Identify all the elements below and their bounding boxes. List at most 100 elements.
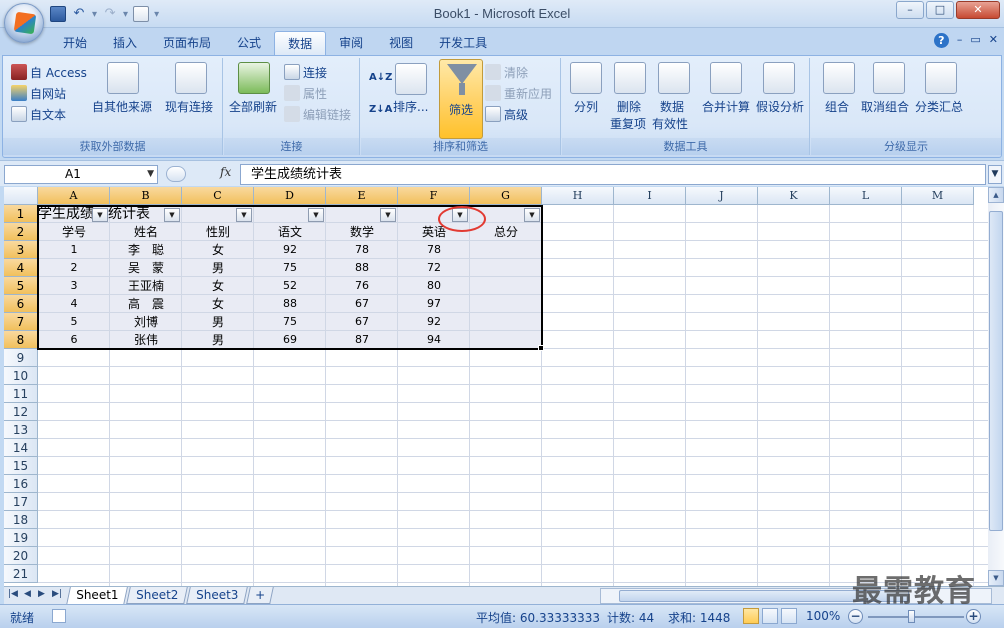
expand-formula-icon[interactable]: ▼: [988, 165, 1002, 184]
filter-dropdown-icon-d[interactable]: ▼: [308, 208, 324, 222]
data-validation-button-2[interactable]: 有效性: [652, 117, 688, 131]
filter-dropdown-icon-b[interactable]: ▼: [164, 208, 180, 222]
normal-view-icon[interactable]: [743, 608, 759, 624]
row-header-2[interactable]: 2: [4, 223, 38, 241]
row-header-18[interactable]: 18: [4, 511, 38, 529]
data-cell[interactable]: 男: [182, 313, 254, 331]
subtotal-button[interactable]: 分类汇总: [915, 100, 963, 114]
data-cell[interactable]: 75: [254, 313, 326, 331]
data-cell[interactable]: 女: [182, 241, 254, 259]
tab-review[interactable]: 审阅: [326, 31, 376, 55]
header-cell-math[interactable]: 数学: [326, 223, 398, 241]
next-sheet-icon[interactable]: ▶: [38, 589, 45, 599]
data-cell[interactable]: 78: [398, 241, 470, 259]
row-header-13[interactable]: 13: [4, 421, 38, 439]
data-cell[interactable]: 6: [38, 331, 110, 349]
filter-dropdown-icon-a[interactable]: ▼: [92, 208, 108, 222]
tab-page-layout[interactable]: 页面布局: [150, 31, 224, 55]
data-cell[interactable]: 4: [38, 295, 110, 313]
row-header-8[interactable]: 8: [4, 331, 38, 349]
row-header-4[interactable]: 4: [4, 259, 38, 277]
data-cell[interactable]: 88: [254, 295, 326, 313]
filter-button[interactable]: 筛选: [439, 59, 483, 139]
data-cell[interactable]: 男: [182, 331, 254, 349]
existing-connections-button[interactable]: 现有连接: [165, 100, 213, 114]
last-sheet-icon[interactable]: ▶|: [52, 589, 62, 599]
row-header-5[interactable]: 5: [4, 277, 38, 295]
data-cell[interactable]: 92: [398, 313, 470, 331]
row-header-17[interactable]: 17: [4, 493, 38, 511]
data-validation-button-1[interactable]: 数据: [660, 100, 684, 114]
column-header-b[interactable]: B: [110, 187, 182, 205]
data-cell[interactable]: [470, 313, 542, 331]
data-cell[interactable]: [470, 241, 542, 259]
row-header-15[interactable]: 15: [4, 457, 38, 475]
data-cell[interactable]: 87: [326, 331, 398, 349]
sheet-tab-3[interactable]: Sheet3: [186, 587, 248, 604]
row-header-21[interactable]: 21: [4, 565, 38, 583]
data-cell[interactable]: [470, 295, 542, 313]
sort-button[interactable]: 排序...: [393, 100, 428, 114]
help-icon[interactable]: ?: [933, 33, 949, 48]
data-cell[interactable]: 75: [254, 259, 326, 277]
fill-handle[interactable]: [538, 345, 544, 351]
remove-duplicates-button-1[interactable]: 删除: [617, 100, 641, 114]
data-cell[interactable]: [470, 259, 542, 277]
column-header-a[interactable]: A: [38, 187, 110, 205]
vertical-scrollbar[interactable]: ▲ ▼: [988, 187, 1004, 586]
filter-dropdown-icon-e[interactable]: ▼: [380, 208, 396, 222]
header-cell-student-id[interactable]: 学号: [38, 223, 110, 241]
first-sheet-icon[interactable]: |◀: [8, 589, 18, 599]
maximize-button[interactable]: □: [926, 1, 954, 19]
column-header-j[interactable]: J: [686, 187, 758, 205]
column-header-m[interactable]: M: [902, 187, 974, 205]
data-cell[interactable]: 1: [38, 241, 110, 259]
data-cell[interactable]: 67: [326, 295, 398, 313]
row-header-9[interactable]: 9: [4, 349, 38, 367]
insert-function-icon[interactable]: fx: [220, 165, 231, 179]
row-header-3[interactable]: 3: [4, 241, 38, 259]
data-cell[interactable]: 男: [182, 259, 254, 277]
scroll-down-icon[interactable]: ▼: [988, 570, 1004, 586]
close-button[interactable]: ✕: [956, 1, 1000, 19]
row-header-19[interactable]: 19: [4, 529, 38, 547]
formula-cancel-icon[interactable]: [166, 166, 186, 182]
sort-descending-icon[interactable]: Z↓A: [369, 104, 392, 115]
row-header-10[interactable]: 10: [4, 367, 38, 385]
page-layout-view-icon[interactable]: [762, 608, 778, 624]
column-header-g[interactable]: G: [470, 187, 542, 205]
data-cell[interactable]: 吴 蒙: [110, 259, 182, 277]
column-header-k[interactable]: K: [758, 187, 830, 205]
header-cell-chinese[interactable]: 语文: [254, 223, 326, 241]
scroll-up-icon[interactable]: ▲: [988, 187, 1004, 203]
ribbon-close-icon[interactable]: ✕: [989, 33, 998, 48]
data-cell[interactable]: 2: [38, 259, 110, 277]
row-header-6[interactable]: 6: [4, 295, 38, 313]
row-header-11[interactable]: 11: [4, 385, 38, 403]
name-box[interactable]: A1 ▼: [4, 165, 158, 184]
data-cell[interactable]: 女: [182, 277, 254, 295]
row-header-7[interactable]: 7: [4, 313, 38, 331]
zoom-slider-knob[interactable]: [908, 610, 915, 623]
data-cell[interactable]: 李 聪: [110, 241, 182, 259]
row-header-20[interactable]: 20: [4, 547, 38, 565]
cell-a1-title[interactable]: 学生成绩: [38, 205, 94, 223]
data-cell[interactable]: [470, 277, 542, 295]
remove-duplicates-button-2[interactable]: 重复项: [610, 117, 646, 131]
column-header-l[interactable]: L: [830, 187, 902, 205]
data-cell[interactable]: 5: [38, 313, 110, 331]
from-access-button[interactable]: 自 Access: [11, 64, 87, 81]
row-header-14[interactable]: 14: [4, 439, 38, 457]
data-cell[interactable]: 88: [326, 259, 398, 277]
vertical-scroll-thumb[interactable]: [989, 211, 1003, 531]
data-cell[interactable]: 3: [38, 277, 110, 295]
data-cell[interactable]: 97: [398, 295, 470, 313]
filter-dropdown-icon-c[interactable]: ▼: [236, 208, 252, 222]
group-button[interactable]: 组合: [825, 100, 849, 114]
header-cell-gender[interactable]: 性别: [182, 223, 254, 241]
other-sources-button[interactable]: 自其他来源: [92, 100, 152, 114]
prev-sheet-icon[interactable]: ◀: [24, 589, 31, 599]
tab-insert[interactable]: 插入: [100, 31, 150, 55]
ungroup-button[interactable]: 取消组合: [861, 100, 909, 114]
row-header-16[interactable]: 16: [4, 475, 38, 493]
